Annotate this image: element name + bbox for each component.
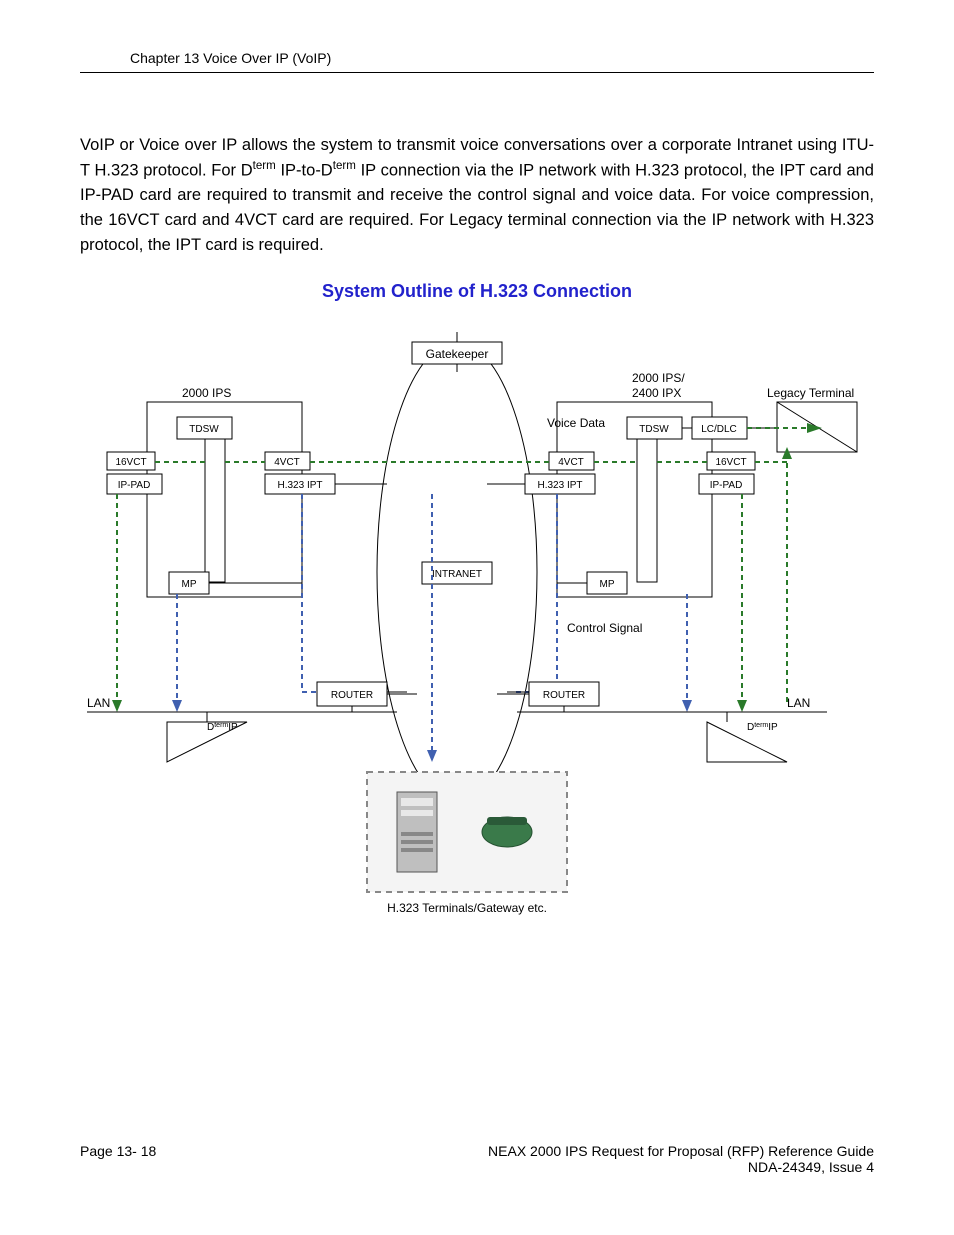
- page-footer: Page 13- 18 NEAX 2000 IPS Request for Pr…: [80, 1143, 874, 1175]
- lcdlc-label: LC/DLC: [701, 424, 737, 435]
- ippad-left-label: IP-PAD: [118, 480, 151, 491]
- mp-right-label: MP: [600, 579, 615, 590]
- footer-page-number: Page 13- 18: [80, 1143, 156, 1175]
- sup-term-1: term: [253, 160, 276, 172]
- tdsw-right-label: TDSW: [639, 424, 669, 435]
- dtermip-right-label: DtermIP: [747, 722, 778, 734]
- tdsw-left-label: TDSW: [189, 424, 219, 435]
- diagram-title: System Outline of H.323 Connection: [80, 281, 874, 302]
- ippad-right-label: IP-PAD: [710, 480, 743, 491]
- lan-left-label: LAN: [87, 696, 110, 710]
- sup-term-2: term: [333, 160, 356, 172]
- header-rule: [80, 72, 874, 73]
- vct4-right-label: 4VCT: [558, 457, 584, 468]
- chapter-header: Chapter 13 Voice Over IP (VoIP): [80, 50, 874, 66]
- gatekeeper-label: Gatekeeper: [426, 347, 489, 361]
- ips-right-label-2: 2400 IPX: [632, 386, 681, 400]
- vct16-left-label: 16VCT: [115, 457, 146, 468]
- mp-left-label: MP: [182, 579, 197, 590]
- system-diagram: INTRANET Gatekeeper 2000 IPS TDSW 16VCT …: [87, 312, 867, 952]
- footer-doc-issue: NDA-24349, Issue 4: [488, 1159, 874, 1175]
- voicedata-label: Voice Data: [547, 416, 605, 430]
- ips-left-label: 2000 IPS: [182, 386, 231, 400]
- ipt-left-label: H.323 IPT: [277, 480, 322, 491]
- gateway-caption: H.323 Terminals/Gateway etc.: [387, 901, 547, 915]
- controlsignal-label: Control Signal: [567, 621, 642, 635]
- vct4-left-label: 4VCT: [274, 457, 300, 468]
- phone-icon: [482, 817, 532, 847]
- diagram-container: System Outline of H.323 Connection INTRA…: [80, 281, 874, 952]
- vct16-right-label: 16VCT: [715, 457, 746, 468]
- ips-right-label-1: 2000 IPS/: [632, 371, 685, 385]
- router-right-label: ROUTER: [543, 690, 585, 701]
- footer-doc-title: NEAX 2000 IPS Request for Proposal (RFP)…: [488, 1143, 874, 1159]
- intranet-label: INTRANET: [432, 569, 482, 580]
- router-left-label: ROUTER: [331, 690, 373, 701]
- body-paragraph: VoIP or Voice over IP allows the system …: [80, 133, 874, 257]
- body-text-2: IP-to-D: [276, 161, 333, 179]
- lan-right-label: LAN: [787, 696, 810, 710]
- legacy-label: Legacy Terminal: [767, 386, 854, 400]
- ipt-right-label: H.323 IPT: [537, 480, 582, 491]
